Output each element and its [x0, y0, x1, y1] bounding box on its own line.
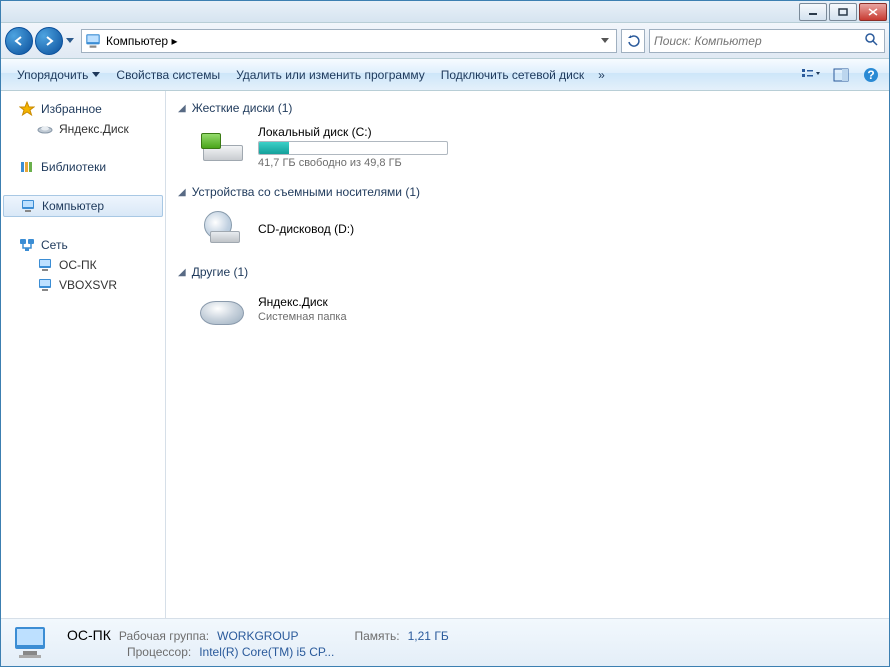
computer-icon: [11, 623, 55, 663]
sidebar-computer-header[interactable]: Компьютер: [3, 195, 163, 217]
breadcrumb-path[interactable]: Компьютер ▸: [106, 34, 596, 48]
sidebar-computer: Компьютер: [1, 195, 165, 217]
address-dropdown[interactable]: [596, 38, 614, 44]
group-title: Устройства со съемными носителями (1): [192, 185, 420, 199]
libraries-icon: [19, 159, 35, 175]
item-subtitle: Системная папка: [258, 311, 347, 323]
item-info: Яндекс.Диск Системная папка: [258, 295, 347, 323]
computer-icon: [37, 257, 53, 273]
item-title: Яндекс.Диск: [258, 295, 347, 309]
group-hard-drives: ◢ Жесткие диски (1) Локальный диск (C:) …: [178, 101, 877, 173]
status-workgroup-value: WORKGROUP: [217, 629, 298, 643]
sidebar-network: Сеть ОС-ПК VBOXSVR: [1, 235, 165, 295]
ufo-icon: [37, 121, 53, 137]
search-input[interactable]: [654, 34, 864, 48]
status-workgroup-label: Рабочая группа:: [119, 629, 209, 643]
star-icon: [19, 101, 35, 117]
sidebar-item-yandex-disk[interactable]: Яндекс.Диск: [1, 119, 165, 139]
sidebar: Избранное Яндекс.Диск Библиотеки Компьют…: [1, 91, 166, 618]
sidebar-item-label: VBOXSVR: [59, 278, 117, 292]
drive-local-c[interactable]: Локальный диск (C:) 41,7 ГБ свободно из …: [178, 121, 877, 173]
sidebar-libraries: Библиотеки: [1, 157, 165, 177]
group-header-removable[interactable]: ◢ Устройства со съемными носителями (1): [178, 185, 877, 199]
maximize-button[interactable]: [829, 3, 857, 21]
explorer-window: Компьютер ▸ Упорядочить Свойства системы…: [0, 0, 890, 667]
group-header-other[interactable]: ◢ Другие (1): [178, 265, 877, 279]
group-header-hdd[interactable]: ◢ Жесткие диски (1): [178, 101, 877, 115]
status-memory-label: Память:: [354, 629, 399, 643]
uninstall-change-button[interactable]: Удалить или изменить программу: [228, 64, 433, 86]
sidebar-favorites-header[interactable]: Избранное: [1, 99, 165, 119]
history-dropdown[interactable]: [63, 31, 77, 51]
address-bar[interactable]: Компьютер ▸: [81, 29, 617, 53]
chevron-down-icon: [92, 72, 100, 78]
status-computer-name: ОС-ПК: [67, 627, 111, 643]
sidebar-item-label: Сеть: [41, 238, 68, 252]
status-cpu-value: Intel(R) Core(TM) i5 CP...: [199, 645, 334, 659]
nav-arrows: [5, 27, 77, 55]
collapse-icon: ◢: [178, 103, 186, 114]
sidebar-item-label: Избранное: [41, 102, 102, 116]
ufo-icon: [198, 289, 246, 329]
status-cpu-label: Процессор:: [127, 645, 191, 659]
drive-title: Локальный диск (C:): [258, 125, 448, 139]
search-icon[interactable]: [864, 32, 880, 49]
drive-free-text: 41,7 ГБ свободно из 49,8 ГБ: [258, 157, 448, 169]
status-memory-value: 1,21 ГБ: [408, 629, 449, 643]
forward-button[interactable]: [35, 27, 63, 55]
computer-icon: [20, 198, 36, 214]
sidebar-item-vboxsvr[interactable]: VBOXSVR: [1, 275, 165, 295]
back-button[interactable]: [5, 27, 33, 55]
content: ◢ Жесткие диски (1) Локальный диск (C:) …: [166, 91, 889, 618]
sidebar-item-label: Яндекс.Диск: [59, 122, 129, 136]
sidebar-network-header[interactable]: Сеть: [1, 235, 165, 255]
map-network-drive-button[interactable]: Подключить сетевой диск: [433, 64, 592, 86]
toolbar: Упорядочить Свойства системы Удалить или…: [1, 59, 889, 91]
sidebar-item-label: Компьютер: [42, 199, 104, 213]
group-removable: ◢ Устройства со съемными носителями (1) …: [178, 185, 877, 253]
computer-icon: [37, 277, 53, 293]
group-title: Жесткие диски (1): [192, 101, 293, 115]
group-other: ◢ Другие (1) Яндекс.Диск Системная папка: [178, 265, 877, 333]
status-bar: ОС-ПК Рабочая группа: WORKGROUP Память: …: [1, 618, 889, 666]
collapse-icon: ◢: [178, 187, 186, 198]
network-icon: [19, 237, 35, 253]
system-properties-button[interactable]: Свойства системы: [108, 64, 228, 86]
search-box[interactable]: [649, 29, 885, 53]
sidebar-favorites: Избранное Яндекс.Диск: [1, 99, 165, 139]
drive-title: CD-дисковод (D:): [258, 222, 354, 236]
close-button[interactable]: [859, 3, 887, 21]
svg-text:?: ?: [867, 68, 874, 82]
sidebar-item-label: ОС-ПК: [59, 258, 97, 272]
usage-bar: [258, 141, 448, 155]
toolbar-right: ?: [801, 65, 881, 85]
change-view-button[interactable]: [801, 65, 821, 85]
item-yandex-disk[interactable]: Яндекс.Диск Системная папка: [178, 285, 877, 333]
hard-drive-icon: [198, 127, 246, 167]
toolbar-overflow[interactable]: »: [598, 68, 605, 82]
usage-fill: [259, 142, 289, 154]
titlebar: [1, 1, 889, 23]
navbar: Компьютер ▸: [1, 23, 889, 59]
drive-info: CD-дисковод (D:): [258, 222, 354, 236]
chevron-right-icon[interactable]: ▸: [171, 34, 177, 48]
help-button[interactable]: ?: [861, 65, 881, 85]
body: Избранное Яндекс.Диск Библиотеки Компьют…: [1, 91, 889, 618]
minimize-button[interactable]: [799, 3, 827, 21]
drive-cd-d[interactable]: CD-дисковод (D:): [178, 205, 877, 253]
preview-pane-button[interactable]: [831, 65, 851, 85]
computer-icon: [84, 32, 102, 50]
cd-drive-icon: [198, 209, 246, 249]
collapse-icon: ◢: [178, 267, 186, 278]
sidebar-item-label: Библиотеки: [41, 160, 106, 174]
group-title: Другие (1): [192, 265, 248, 279]
status-details: ОС-ПК Рабочая группа: WORKGROUP Память: …: [67, 627, 449, 659]
sidebar-libraries-header[interactable]: Библиотеки: [1, 157, 165, 177]
sidebar-item-os-pk[interactable]: ОС-ПК: [1, 255, 165, 275]
organize-menu[interactable]: Упорядочить: [9, 64, 108, 86]
refresh-button[interactable]: [621, 29, 645, 53]
drive-info: Локальный диск (C:) 41,7 ГБ свободно из …: [258, 125, 448, 169]
